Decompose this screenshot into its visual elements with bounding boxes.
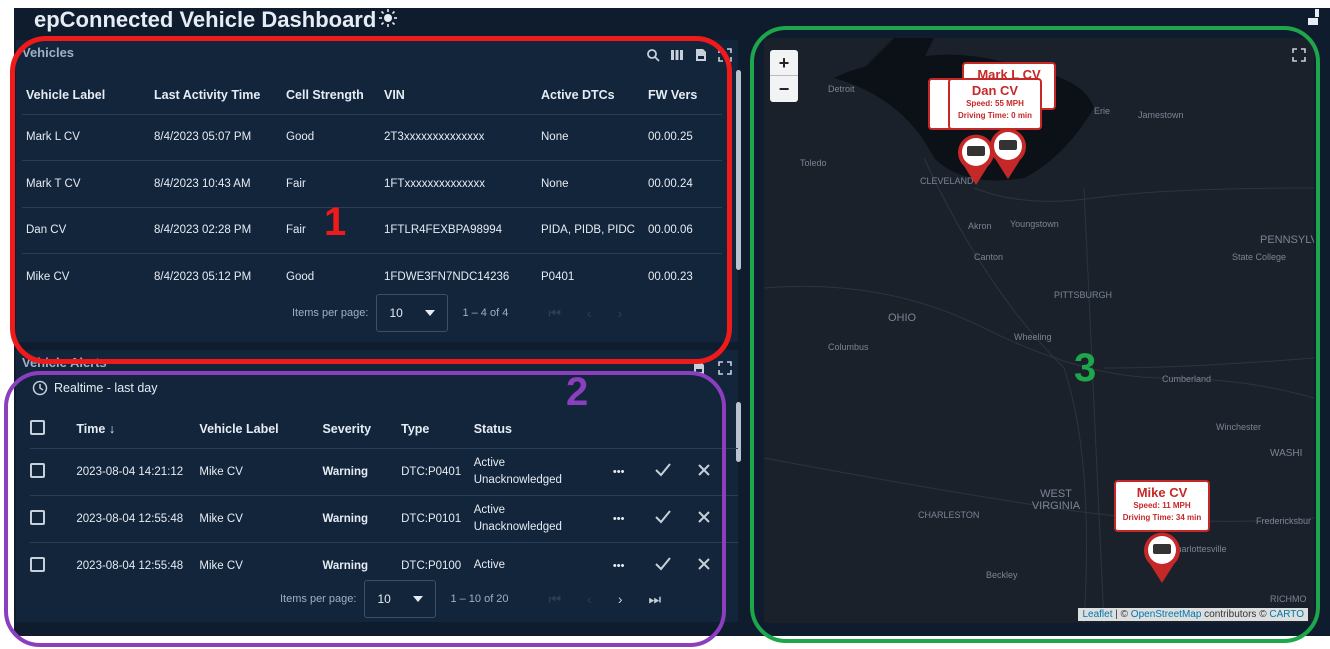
highlight-region-1	[10, 36, 732, 364]
annotation-number-1: 1	[324, 200, 347, 244]
screenshot: epConnected Vehicle Dashboard Vehicles V…	[0, 0, 1330, 649]
vehicles-scrollbar[interactable]	[736, 70, 741, 270]
fullscreen-icon[interactable]	[718, 361, 732, 375]
page-title: epConnected Vehicle Dashboard	[34, 7, 377, 32]
highlight-region-2	[4, 371, 726, 647]
highlight-region-3	[750, 26, 1320, 643]
annotation-number-2: 2	[566, 370, 589, 414]
user-menu-icon[interactable]	[1306, 8, 1320, 26]
annotation-number-3: 3	[1074, 346, 1097, 390]
theme-toggle-icon[interactable]	[378, 8, 398, 28]
